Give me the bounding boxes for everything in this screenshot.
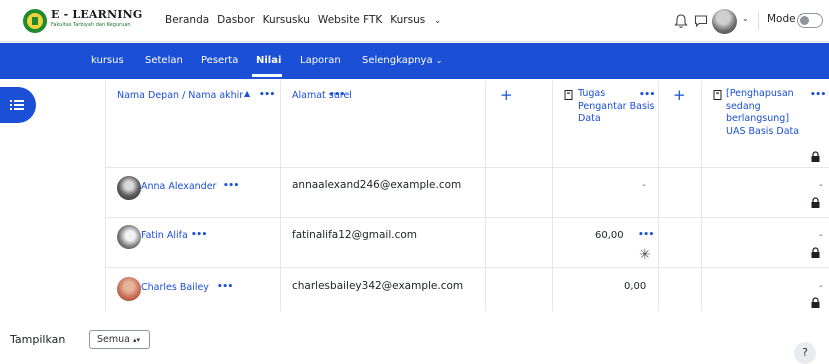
tab-kursus[interactable]: kursus [91,55,124,66]
item2-line: sedang [726,100,761,112]
item2-line: [Penghapusan [726,88,794,99]
tab-laporan[interactable]: Laporan [300,55,341,66]
course-nav: kursus Setelan Peserta Nilai Laporan Sel… [0,43,829,79]
student-email: fatinalifa12@gmail.com [292,229,418,241]
column-divider [658,81,659,311]
grade-cell[interactable]: 0,00 [624,281,646,292]
nav-dasbor[interactable]: Dasbor [217,14,254,26]
item1-line: Pengantar Basis [578,100,655,112]
column-header-item2[interactable]: [Penghapusan sedang berlangsung] UAS Bas… [726,88,799,138]
chevron-down-icon: ⌄ [435,56,443,65]
item2-line: UAS Basis Data [726,125,800,137]
active-tab-indicator [252,74,282,77]
lock-icon [811,151,820,162]
sort-asc-icon[interactable]: ▲ [244,89,250,98]
column-divider [280,81,281,311]
row-divider [105,167,829,168]
chat-icon[interactable] [694,14,708,28]
tab-selengkapnya[interactable]: Selengkapnya ⌄ [362,55,442,66]
student-email: annaalexand246@example.com [292,179,462,191]
brand-subtitle: Fakultas Tarbiyah dan Keguruan [51,22,131,28]
nav-kursus-label: Kursus [390,14,426,26]
bell-icon[interactable] [674,13,688,29]
column-actions-icon[interactable]: ••• [259,90,275,100]
row-actions-icon[interactable]: ••• [223,181,239,191]
lock-icon [811,197,820,208]
student-name[interactable]: Fatin Alifa [141,230,188,241]
row-divider [105,217,829,218]
nav-kursus[interactable]: Kursus ⌄ [390,14,449,26]
nav-kursusku[interactable]: Kursusku [263,14,310,26]
nav-beranda[interactable]: Beranda [165,14,209,26]
grade-cell[interactable]: - [642,180,646,191]
brand-title: E - LEARNING [51,8,143,21]
grade-actions-icon[interactable]: ••• [638,230,654,240]
lock-icon [811,247,820,258]
show-per-page-select[interactable]: Semua ▴▾ [89,330,150,349]
top-navbar: E - LEARNING Fakultas Tarbiyah dan Kegur… [0,0,829,42]
avatar[interactable] [117,277,141,301]
avatar[interactable] [117,225,141,249]
row-divider [105,267,829,268]
add-column-icon[interactable]: + [673,88,686,103]
chevron-down-icon: ⌄ [434,16,441,25]
list-icon [10,100,24,110]
column-divider [552,81,553,311]
add-column-icon[interactable]: + [500,88,513,103]
grade-cell[interactable]: - [819,180,823,191]
student-name[interactable]: Anna Alexander [141,181,216,192]
faculty-logo[interactable] [22,8,48,34]
course-index-toggle[interactable] [0,87,36,123]
help-button[interactable]: ? [794,342,816,364]
grade-cell[interactable]: 60,00 [595,230,624,241]
tab-setelan[interactable]: Setelan [145,55,183,66]
grader-table: Nama Depan / Nama akhir ▲ ••• Alamat sur… [105,81,829,311]
row-actions-icon[interactable]: ••• [217,282,233,292]
row-actions-icon[interactable]: ••• [191,230,207,240]
tab-selengkapnya-label: Selengkapnya [362,55,433,66]
column-divider [485,81,486,311]
tab-peserta[interactable]: Peserta [201,55,238,66]
user-avatar[interactable] [712,9,737,34]
grade-cell[interactable]: - [819,230,823,241]
primary-nav: Beranda Dasbor Kursusku Website FTK Kurs… [165,14,457,26]
item1-line: Data [578,113,601,124]
toggle-knob [800,16,809,25]
tab-nilai[interactable]: Nilai [256,55,281,66]
overridden-grade-icon: ✳ [639,247,651,263]
column-divider [105,81,106,311]
lock-icon [811,297,820,308]
avatar[interactable] [117,176,141,200]
grade-cell[interactable]: - [819,281,823,292]
student-email: charlesbailey342@example.com [292,280,464,292]
mode-edit-toggle[interactable] [797,13,823,28]
column-divider [701,81,702,311]
item2-line: berlangsung] [726,113,790,124]
student-name[interactable]: Charles Bailey [141,282,209,293]
column-actions-icon[interactable]: ••• [329,90,345,100]
divider [758,12,759,30]
assignment-icon [564,90,573,100]
column-header-name[interactable]: Nama Depan / Nama akhir [117,90,243,101]
brand[interactable]: E - LEARNING Fakultas Tarbiyah dan Kegur… [51,9,142,29]
column-actions-icon[interactable]: ••• [810,90,826,100]
show-label: Tampilkan [10,333,66,346]
column-actions-icon[interactable]: ••• [639,90,655,100]
quiz-icon [713,90,722,100]
chevron-down-icon[interactable]: ⌄ [742,14,749,23]
select-arrows-icon: ▴▾ [133,336,141,344]
show-per-page-value: Semua [97,334,130,345]
nav-website-ftk[interactable]: Website FTK [318,14,382,26]
